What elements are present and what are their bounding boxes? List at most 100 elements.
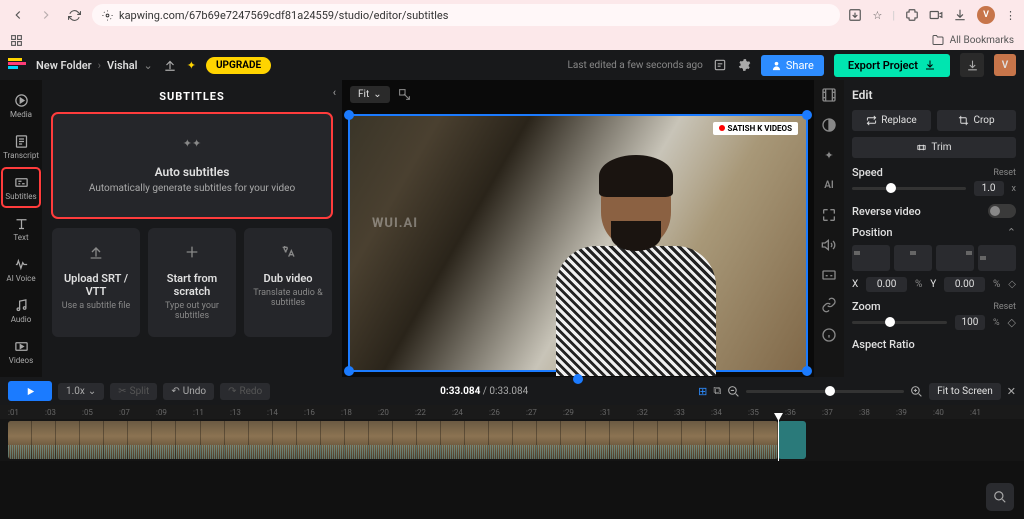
zoom-reset[interactable]: Reset <box>993 302 1016 312</box>
collapse-panel-button[interactable]: ‹ <box>333 86 336 99</box>
rotate-handle[interactable] <box>573 374 583 384</box>
channel-watermark: SATISH K VIDEOS <box>713 122 798 135</box>
left-nav-rail: Media Transcript Subtitles Text AI Voice… <box>0 80 42 377</box>
resize-handle-tl[interactable] <box>344 110 354 120</box>
reverse-toggle[interactable] <box>988 204 1016 218</box>
resize-handle-tr[interactable] <box>802 110 812 120</box>
rail-subtitles[interactable]: Subtitles <box>2 168 40 207</box>
browser-chrome: kapwing.com/67b69e7247569cdf81a24559/stu… <box>0 0 1024 50</box>
zoom-value[interactable]: 100 <box>955 315 985 330</box>
chevron-up-icon[interactable]: ⌃ <box>1007 226 1016 239</box>
undo-button[interactable]: ↶ Undo <box>163 383 214 400</box>
volume-icon[interactable] <box>820 236 838 254</box>
bookmark-icon[interactable]: ☆ <box>872 9 882 22</box>
downloads-icon[interactable] <box>953 8 967 22</box>
export-button[interactable]: Export Project <box>834 54 950 77</box>
zoom-slider[interactable] <box>852 321 947 324</box>
speed-slider[interactable] <box>852 187 966 190</box>
video-frame[interactable]: SATISH K VIDEOS WUI.AI <box>348 114 808 372</box>
replace-button[interactable]: Replace <box>852 110 931 131</box>
rail-transcript[interactable]: Transcript <box>2 127 40 166</box>
video-subject <box>546 151 726 371</box>
snap-icon[interactable]: ⊞ <box>698 385 707 398</box>
reload-button[interactable] <box>64 5 84 25</box>
zoom-out-icon[interactable] <box>727 385 740 398</box>
chevron-down-icon[interactable]: ⌄ <box>144 59 153 72</box>
breadcrumb-project[interactable]: Vishal <box>107 59 138 72</box>
extensions-icon[interactable] <box>905 8 919 22</box>
search-button[interactable] <box>986 483 1014 511</box>
upload-icon <box>58 244 134 264</box>
kapwing-logo[interactable] <box>8 58 26 72</box>
history-icon[interactable] <box>713 58 727 72</box>
y-value[interactable]: 0.00 <box>944 277 985 292</box>
share-button[interactable]: Share <box>761 55 824 76</box>
install-icon[interactable] <box>848 8 862 22</box>
start-scratch-card[interactable]: Start from scratch Type out your subtitl… <box>148 228 236 337</box>
pos-ml[interactable] <box>978 245 1016 271</box>
film-icon[interactable] <box>820 86 838 104</box>
resize-handle-bl[interactable] <box>344 366 354 376</box>
timeline-ruler[interactable]: :01:03:05:07:09:11:13:14:16:18:20:22:24:… <box>0 405 1024 419</box>
info-icon[interactable] <box>820 326 838 344</box>
rail-videos[interactable]: Videos <box>2 332 40 371</box>
link-icon[interactable] <box>820 296 838 314</box>
menu-icon[interactable]: ⋮ <box>1005 9 1016 22</box>
close-timeline-icon[interactable]: ✕ <box>1007 385 1016 398</box>
trim-button[interactable]: Trim <box>852 137 1016 158</box>
canvas-viewport[interactable]: SATISH K VIDEOS WUI.AI <box>342 108 814 377</box>
play-button[interactable] <box>8 381 52 401</box>
split-button[interactable]: ✂ Split <box>110 383 157 400</box>
rail-audio[interactable]: Audio <box>2 291 40 330</box>
expand-icon[interactable] <box>820 206 838 224</box>
all-bookmarks-link[interactable]: All Bookmarks <box>932 34 1014 46</box>
download-icon <box>924 59 936 71</box>
back-button[interactable] <box>8 5 28 25</box>
pos-tc[interactable] <box>894 245 932 271</box>
breadcrumb-folder[interactable]: New Folder <box>36 59 92 72</box>
resize-handle-br[interactable] <box>802 366 812 376</box>
app-top-bar: New Folder › Vishal ⌄ ✦ UPGRADE Last edi… <box>0 50 1024 80</box>
dub-video-card[interactable]: Dub video Translate audio & subtitles <box>244 228 332 337</box>
fit-dropdown[interactable]: Fit ⌄ <box>350 86 390 103</box>
sparkle-icon[interactable]: ✦ <box>187 59 196 72</box>
crop-button[interactable]: Crop <box>937 110 1016 131</box>
video-clip-2[interactable] <box>778 421 806 459</box>
redo-button[interactable]: ↷ Redo <box>220 383 270 400</box>
timeline-zoom-slider[interactable] <box>746 390 904 393</box>
profile-icon[interactable]: V <box>977 6 995 24</box>
apps-icon[interactable] <box>10 34 23 47</box>
media-control-icon[interactable] <box>929 8 943 22</box>
playhead[interactable] <box>778 419 779 461</box>
rail-text[interactable]: Text <box>2 209 40 248</box>
fit-to-screen-button[interactable]: Fit to Screen <box>929 383 1001 400</box>
playback-speed[interactable]: 1.0x ⌄ <box>58 383 104 400</box>
timeline-track[interactable] <box>0 419 1024 461</box>
upload-srt-card[interactable]: Upload SRT / VTT Use a subtitle file <box>52 228 140 337</box>
pos-tl[interactable] <box>852 245 890 271</box>
magic-icon[interactable]: ✦ <box>820 146 838 164</box>
video-clip[interactable] <box>8 421 778 459</box>
ai-icon[interactable]: AI <box>820 176 838 194</box>
zoom-in-icon[interactable] <box>910 385 923 398</box>
user-avatar[interactable]: V <box>994 54 1016 76</box>
pos-tr[interactable] <box>936 245 974 271</box>
speed-value[interactable]: 1.0 <box>974 181 1004 196</box>
rail-media[interactable]: Media <box>2 86 40 125</box>
lock-icon[interactable]: ◇ <box>1008 316 1016 329</box>
rail-aivoice[interactable]: AI Voice <box>2 250 40 289</box>
url-bar[interactable]: kapwing.com/67b69e7247569cdf81a24559/stu… <box>92 4 840 26</box>
settings-icon[interactable] <box>737 58 751 72</box>
magnet-icon[interactable]: ⧉ <box>713 384 721 398</box>
upgrade-button[interactable]: UPGRADE <box>206 57 271 74</box>
detach-icon[interactable] <box>398 88 411 101</box>
speed-reset[interactable]: Reset <box>993 168 1016 178</box>
x-value[interactable]: 0.00 <box>866 277 907 292</box>
adjust-icon[interactable] <box>820 116 838 134</box>
captions-icon[interactable] <box>820 266 838 284</box>
forward-button[interactable] <box>36 5 56 25</box>
download-button[interactable] <box>960 53 984 77</box>
rotate-icon[interactable]: ◇ <box>1008 279 1016 290</box>
auto-subtitles-card[interactable]: ✦✦ Auto subtitles Automatically generate… <box>52 113 332 218</box>
upload-icon[interactable] <box>163 58 177 72</box>
